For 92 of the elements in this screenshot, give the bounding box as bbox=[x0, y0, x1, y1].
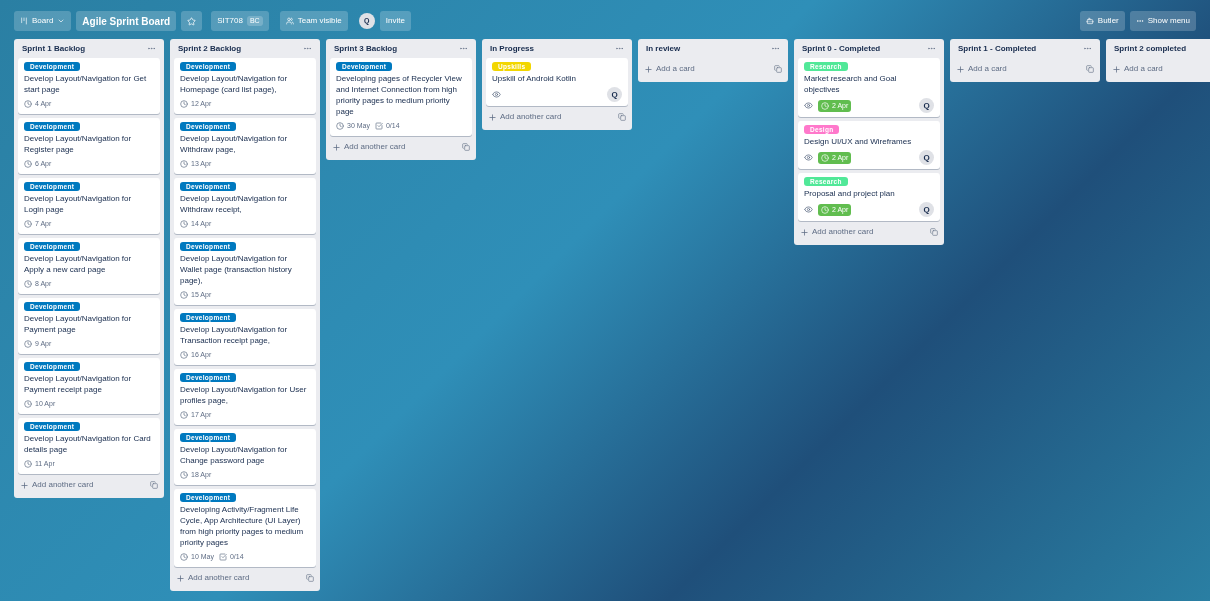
card-title: Develop Layout/Navigation for Register page bbox=[24, 133, 133, 155]
list-title: Sprint 1 - Completed bbox=[958, 42, 1037, 55]
more-icon[interactable] bbox=[615, 44, 624, 53]
card-title: Develop Layout/Navigation for Payment page bbox=[24, 313, 133, 335]
clock-icon bbox=[821, 153, 829, 162]
clock-icon bbox=[24, 460, 32, 468]
card-title: Develop Layout/Navigation for Card details page bbox=[24, 433, 152, 455]
clock-icon bbox=[180, 351, 188, 359]
list-title: In review bbox=[646, 42, 681, 55]
plus-icon bbox=[488, 112, 497, 122]
clock-icon bbox=[180, 100, 188, 108]
clock-icon bbox=[180, 160, 188, 168]
star-button[interactable] bbox=[181, 11, 203, 31]
card-title: Develop Layout/Navigation for Change password page bbox=[180, 444, 289, 466]
clock-icon bbox=[24, 160, 32, 168]
add-card-button[interactable]: Add another card bbox=[176, 572, 250, 584]
template-icon[interactable] bbox=[930, 228, 938, 236]
clock-icon bbox=[180, 411, 188, 419]
plus-icon bbox=[176, 573, 185, 583]
list-title: Sprint 2 Backlog bbox=[178, 42, 242, 55]
star-icon bbox=[187, 16, 197, 26]
template-icon[interactable] bbox=[306, 574, 314, 582]
add-card-button[interactable]: Add another card bbox=[332, 141, 406, 153]
member-avatar[interactable]: Q bbox=[919, 202, 934, 217]
more-icon[interactable] bbox=[927, 44, 936, 53]
list-title: In Progress bbox=[490, 42, 534, 55]
card-title: Develop Layout/Navigation for Login page bbox=[24, 193, 133, 215]
add-card-button[interactable]: Add a card bbox=[956, 63, 1007, 75]
template-icon[interactable] bbox=[774, 65, 782, 73]
card-title: Upskill of Android Kotlin bbox=[492, 73, 578, 84]
butler-icon bbox=[1085, 17, 1094, 25]
template-icon[interactable] bbox=[618, 113, 626, 121]
clock-icon bbox=[180, 220, 188, 228]
more-icon[interactable] bbox=[771, 44, 780, 53]
template-icon[interactable] bbox=[150, 481, 158, 489]
list-title: Sprint 0 - Completed bbox=[802, 42, 881, 55]
butler-button[interactable]: Butler bbox=[1079, 11, 1125, 31]
team-icon bbox=[285, 17, 294, 25]
card-title: Develop Layout/Navigation for Withdraw page, bbox=[180, 133, 289, 155]
template-icon[interactable] bbox=[462, 143, 470, 151]
member-avatar[interactable]: Q bbox=[919, 150, 934, 165]
card-title: Develop Layout/Navigation for Apply a new card page bbox=[24, 253, 133, 275]
show-menu-button[interactable]: Show menu bbox=[1129, 11, 1196, 31]
member-avatar[interactable]: Q bbox=[919, 98, 934, 113]
card-title: Proposal and project plan bbox=[804, 188, 896, 199]
add-card-button[interactable]: Add a card bbox=[1112, 63, 1163, 75]
more-icon[interactable] bbox=[1083, 44, 1092, 53]
add-card-button[interactable]: Add another card bbox=[488, 111, 562, 123]
card-title: Developing Activity/Fragment Life Cycle, App Architecture (UI Layer) from high priority pages to medium priority pages bbox=[180, 504, 305, 548]
card-title: Develop Layout/Navigation for Transaction receipt page, bbox=[180, 324, 289, 346]
member-avatar[interactable]: Q bbox=[607, 87, 622, 102]
card-title: Market research and Goal objectives bbox=[804, 73, 898, 95]
list-title: Sprint 2 completed bbox=[1114, 42, 1186, 55]
clock-icon bbox=[24, 280, 32, 288]
card-title: Develop Layout/Navigation for Homepage (card list page), bbox=[180, 73, 289, 95]
clock-icon bbox=[24, 340, 32, 348]
card-title: Design UI/UX and Wireframes bbox=[804, 136, 913, 147]
more-icon[interactable] bbox=[147, 44, 156, 53]
clock-icon bbox=[180, 471, 188, 479]
card-title: Develop Layout/Navigation for Wallet page (transaction history page), bbox=[180, 253, 293, 286]
plus-icon bbox=[332, 142, 341, 152]
card-title: Developing pages of Recycler View and Internet Connection from high priority pages to medium priority page bbox=[336, 73, 463, 117]
plus-icon bbox=[1112, 64, 1121, 74]
clock-icon bbox=[336, 122, 344, 130]
add-card-button[interactable]: Add another card bbox=[800, 226, 874, 238]
more-icon bbox=[1135, 17, 1144, 25]
plus-icon bbox=[956, 64, 965, 74]
more-icon[interactable] bbox=[303, 44, 312, 53]
more-icon[interactable] bbox=[459, 44, 468, 53]
caret-icon bbox=[57, 17, 66, 25]
list-title: Sprint 1 Backlog bbox=[22, 42, 86, 55]
plus-icon bbox=[800, 227, 809, 237]
add-card-button[interactable]: Add a card bbox=[644, 63, 695, 75]
clock-icon bbox=[24, 400, 32, 408]
plus-icon bbox=[20, 480, 29, 490]
clock-icon bbox=[24, 220, 32, 228]
board-icon bbox=[20, 17, 28, 25]
clock-icon bbox=[180, 553, 188, 561]
checklist-icon bbox=[218, 553, 227, 561]
template-icon[interactable] bbox=[1086, 65, 1094, 73]
card-title: Develop Layout/Navigation for Withdraw receipt, bbox=[180, 193, 289, 215]
card-title: Develop Layout/Navigation for Get start page bbox=[24, 73, 148, 95]
list-title: Sprint 3 Backlog bbox=[334, 42, 398, 55]
card-title: Develop Layout/Navigation for User profiles page, bbox=[180, 384, 308, 406]
clock-icon bbox=[180, 291, 188, 299]
clock-icon bbox=[24, 100, 32, 108]
clock-icon bbox=[821, 205, 829, 214]
plus-icon bbox=[644, 64, 653, 74]
card-title: Develop Layout/Navigation for Payment receipt page bbox=[24, 373, 133, 395]
clock-icon bbox=[821, 101, 829, 110]
add-card-button[interactable]: Add another card bbox=[20, 479, 94, 491]
checklist-icon bbox=[374, 122, 383, 130]
